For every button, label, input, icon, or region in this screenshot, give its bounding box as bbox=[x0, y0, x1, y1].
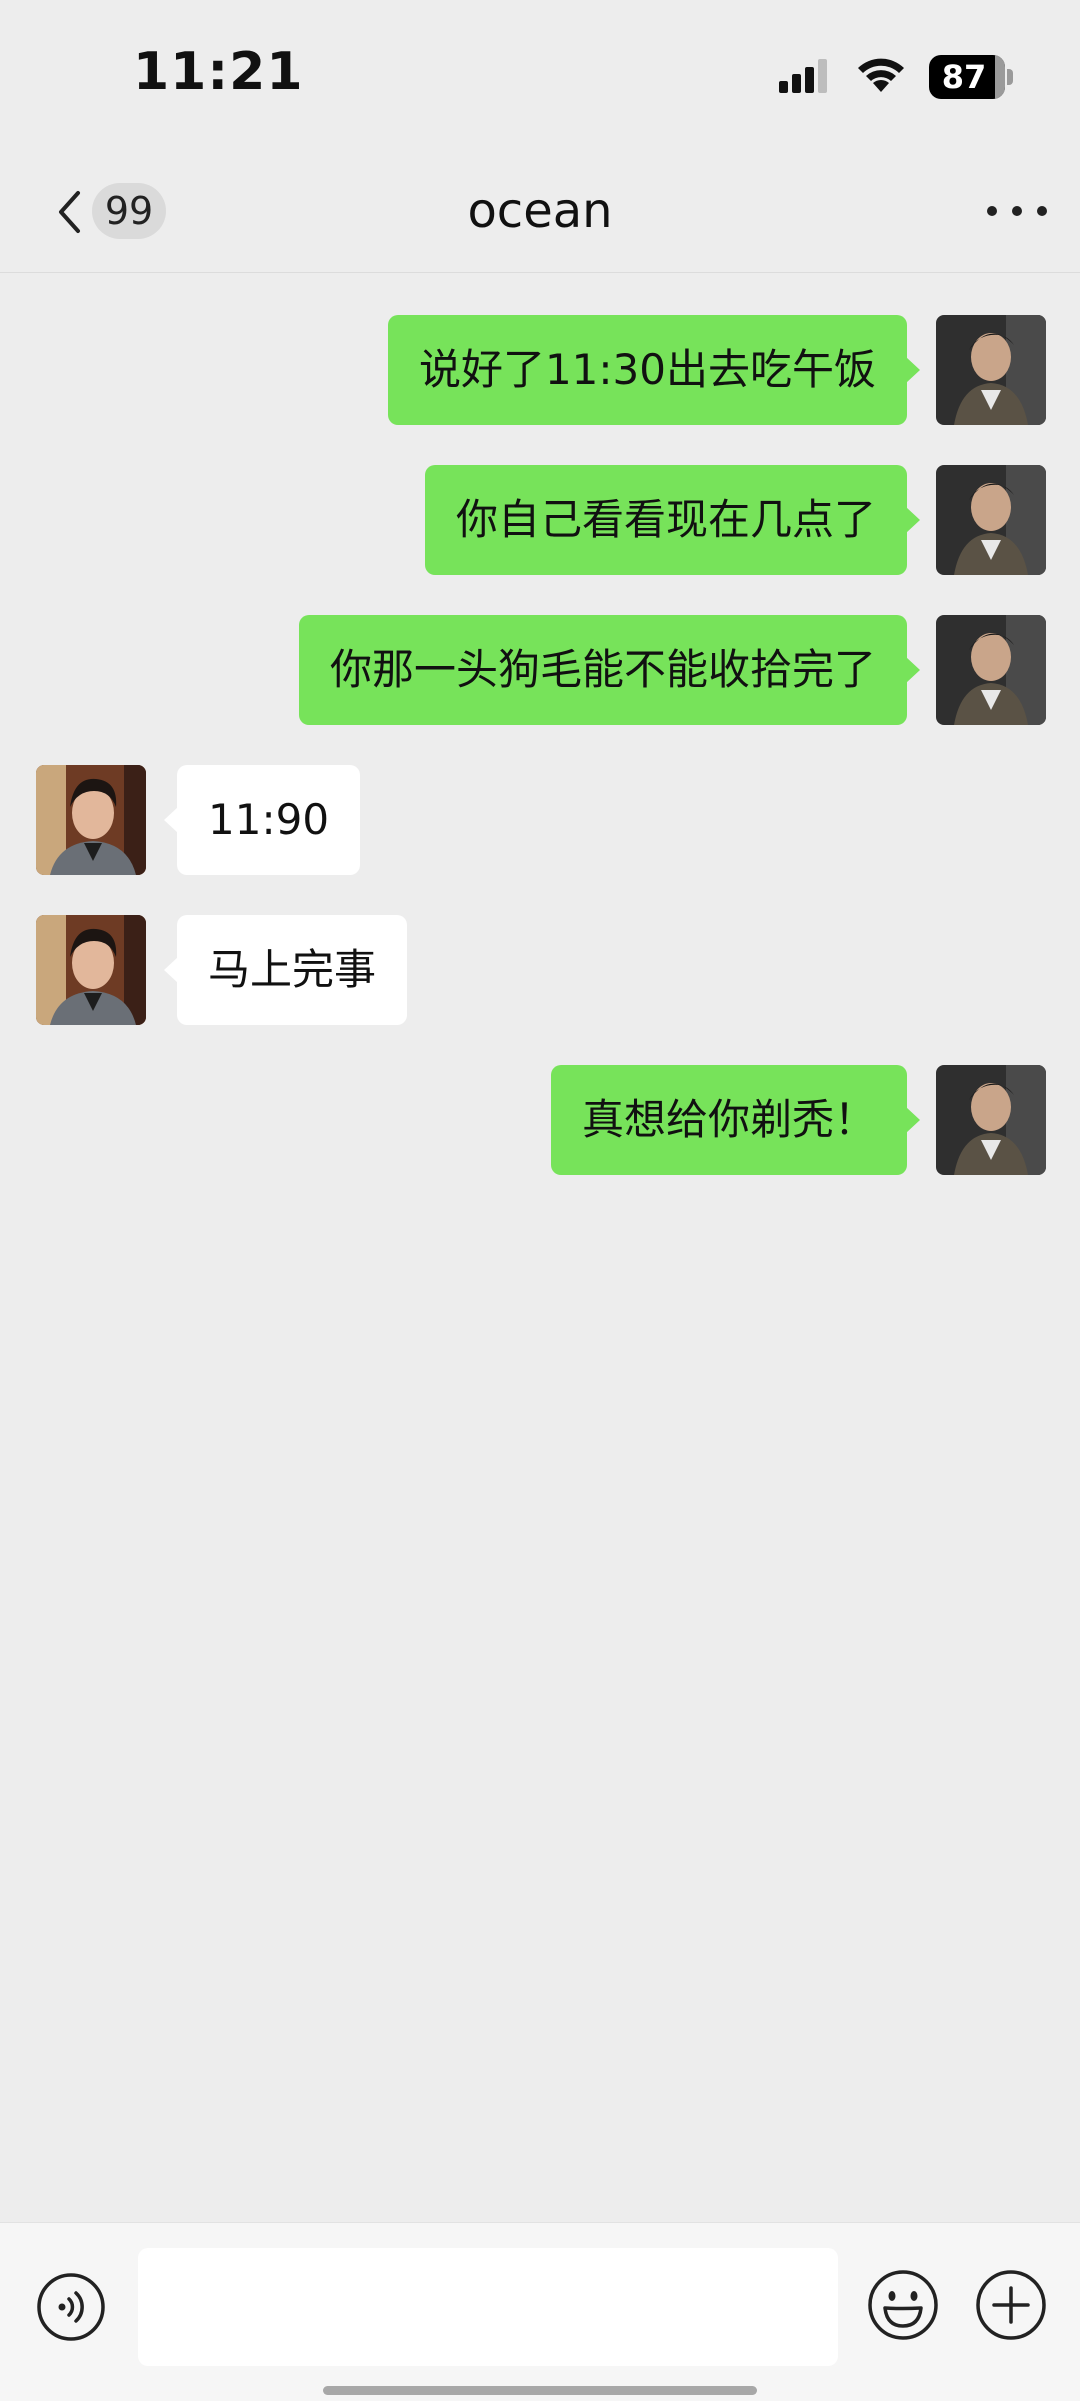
home-indicator bbox=[323, 2386, 757, 2395]
contact-avatar[interactable] bbox=[36, 765, 146, 875]
message-input[interactable] bbox=[138, 2248, 838, 2366]
voice-icon[interactable] bbox=[36, 2272, 106, 2342]
plus-icon[interactable] bbox=[974, 2268, 1048, 2342]
my-avatar[interactable] bbox=[936, 315, 1046, 425]
outgoing-message-bubble[interactable]: 你那一头狗毛能不能收拾完了 bbox=[298, 615, 921, 725]
input-bar bbox=[0, 2222, 1080, 2401]
my-avatar[interactable] bbox=[936, 465, 1046, 575]
outgoing-message-bubble[interactable]: 真想给你剃秃！ bbox=[550, 1065, 921, 1175]
chat-title: ocean bbox=[467, 183, 613, 239]
incoming-message-bubble[interactable]: 马上完事 bbox=[163, 915, 408, 1025]
emoji-icon[interactable] bbox=[866, 2268, 940, 2342]
battery-level: 87 bbox=[941, 58, 987, 96]
my-avatar[interactable] bbox=[936, 1065, 1046, 1175]
outgoing-message-bubble[interactable]: 你自己看看现在几点了 bbox=[424, 465, 921, 575]
contact-avatar[interactable] bbox=[36, 915, 146, 1025]
incoming-message-bubble[interactable]: 11:90 bbox=[163, 765, 361, 875]
more-horizontal-icon[interactable] bbox=[982, 190, 1052, 232]
status-bar: 11:21 87 bbox=[0, 0, 1080, 150]
my-avatar[interactable] bbox=[936, 615, 1046, 725]
battery-indicator: 87 bbox=[929, 55, 1015, 99]
chat-header: 99 ocean bbox=[0, 150, 1080, 273]
outgoing-message-bubble[interactable]: 说好了11:30出去吃午饭 bbox=[387, 315, 921, 425]
cellular-signal-icon bbox=[779, 59, 827, 93]
status-time: 11:21 bbox=[133, 42, 304, 102]
wifi-icon bbox=[858, 58, 904, 92]
